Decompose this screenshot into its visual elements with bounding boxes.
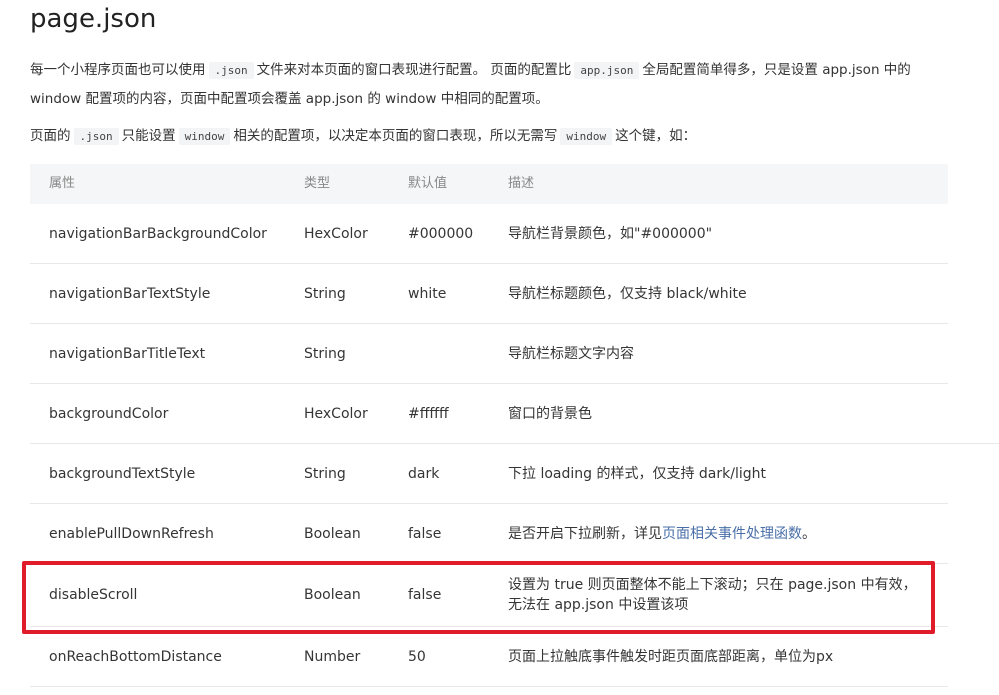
header-default: 默认值	[408, 176, 448, 191]
table-row: backgroundTextStyle String dark 下拉 loadi…	[30, 444, 948, 504]
inline-code: window	[560, 128, 613, 145]
note-text-4: 这个键，如：	[615, 128, 697, 144]
note-text-1: 页面的	[30, 128, 71, 144]
cell-attr: backgroundTextStyle	[49, 465, 196, 482]
page-event-handler-link[interactable]: 页面相关事件处理函数	[662, 524, 802, 544]
intro-text-2: 文件来对本页面的窗口表现进行配置。 页面的配置比	[256, 62, 572, 78]
note-paragraph: 页面的 .json 只能设置 window 相关的配置项，以决定本页面的窗口表现，所以无…	[30, 122, 960, 151]
header-desc: 描述	[508, 176, 535, 191]
cell-desc: 导航栏标题颜色，仅支持 black/white	[508, 285, 747, 302]
header-attr: 属性	[49, 176, 76, 191]
cell-type: String	[304, 345, 346, 362]
table-row-disable-scroll: disableScroll Boolean false 设置为 true 则页面…	[30, 564, 948, 627]
note-text-2: 只能设置	[121, 128, 176, 144]
cell-type: Boolean	[304, 587, 361, 603]
inline-code: .json	[73, 128, 119, 145]
intro-text-1: 每一个小程序页面也可以使用	[30, 62, 206, 78]
cell-default: white	[408, 285, 447, 302]
cell-default	[408, 324, 500, 383]
cell-desc: 导航栏标题文字内容	[508, 345, 634, 362]
cell-default: 50	[408, 648, 426, 665]
table-header-row: 属性 类型 默认值 描述	[30, 164, 948, 204]
cell-attr: backgroundColor	[49, 405, 169, 422]
desc-text-end: 。	[802, 525, 816, 542]
inline-code: .json	[208, 62, 254, 79]
cell-default: dark	[408, 465, 440, 482]
cell-attr: disableScroll	[49, 587, 138, 603]
cell-desc: 设置为 true 则页面整体不能上下滚动；只在 page.json 中有效，无法…	[508, 577, 917, 613]
cell-attr: navigationBarBackgroundColor	[49, 225, 267, 242]
divider	[948, 443, 999, 444]
cell-attr: enablePullDownRefresh	[49, 525, 214, 542]
cell-type: HexColor	[304, 225, 368, 242]
intro-paragraph: 每一个小程序页面也可以使用 .json 文件来对本页面的窗口表现进行配置。 页面的配…	[30, 56, 960, 113]
inline-code: app.json	[574, 62, 640, 79]
cell-default: #000000	[408, 225, 474, 242]
cell-desc: 导航栏背景颜色，如"#000000"	[508, 225, 713, 242]
config-table: 属性 类型 默认值 描述 navigationBarBackgroundColo…	[30, 164, 948, 687]
table-row: navigationBarTextStyle String white 导航栏标…	[30, 264, 948, 324]
cell-desc: 下拉 loading 的样式，仅支持 dark/light	[508, 465, 766, 482]
inline-code: window	[178, 128, 231, 145]
table-row: enablePullDownRefresh Boolean false 是否开启…	[30, 504, 948, 564]
cell-default: #ffffff	[408, 405, 449, 422]
page-title: page.json	[30, 4, 157, 34]
cell-type: Boolean	[304, 525, 361, 542]
table-row: backgroundColor HexColor #ffffff 窗口的背景色	[30, 384, 948, 444]
header-type: 类型	[304, 176, 331, 191]
desc-text: 是否开启下拉刷新，详见	[508, 525, 662, 542]
table-row: navigationBarTitleText String 导航栏标题文字内容	[30, 324, 948, 384]
cell-type: Number	[304, 648, 361, 665]
cell-attr: navigationBarTextStyle	[49, 285, 211, 302]
cell-attr: onReachBottomDistance	[49, 648, 222, 665]
cell-default: false	[408, 525, 442, 542]
table-row: navigationBarBackgroundColor HexColor #0…	[30, 204, 948, 264]
cell-type: String	[304, 465, 346, 482]
cell-desc: 页面上拉触底事件触发时距页面底部距离，单位为px	[508, 648, 834, 665]
cell-desc: 窗口的背景色	[508, 405, 592, 422]
table-row: onReachBottomDistance Number 50 页面上拉触底事件…	[30, 627, 948, 687]
cell-desc: 是否开启下拉刷新，详见 页面相关事件处理函数。	[508, 504, 928, 563]
note-text-3: 相关的配置项，以决定本页面的窗口表现，所以无需写	[233, 128, 558, 144]
cell-attr: navigationBarTitleText	[49, 345, 206, 362]
cell-default: false	[408, 587, 442, 603]
cell-type: HexColor	[304, 405, 368, 422]
cell-type: String	[304, 285, 346, 302]
